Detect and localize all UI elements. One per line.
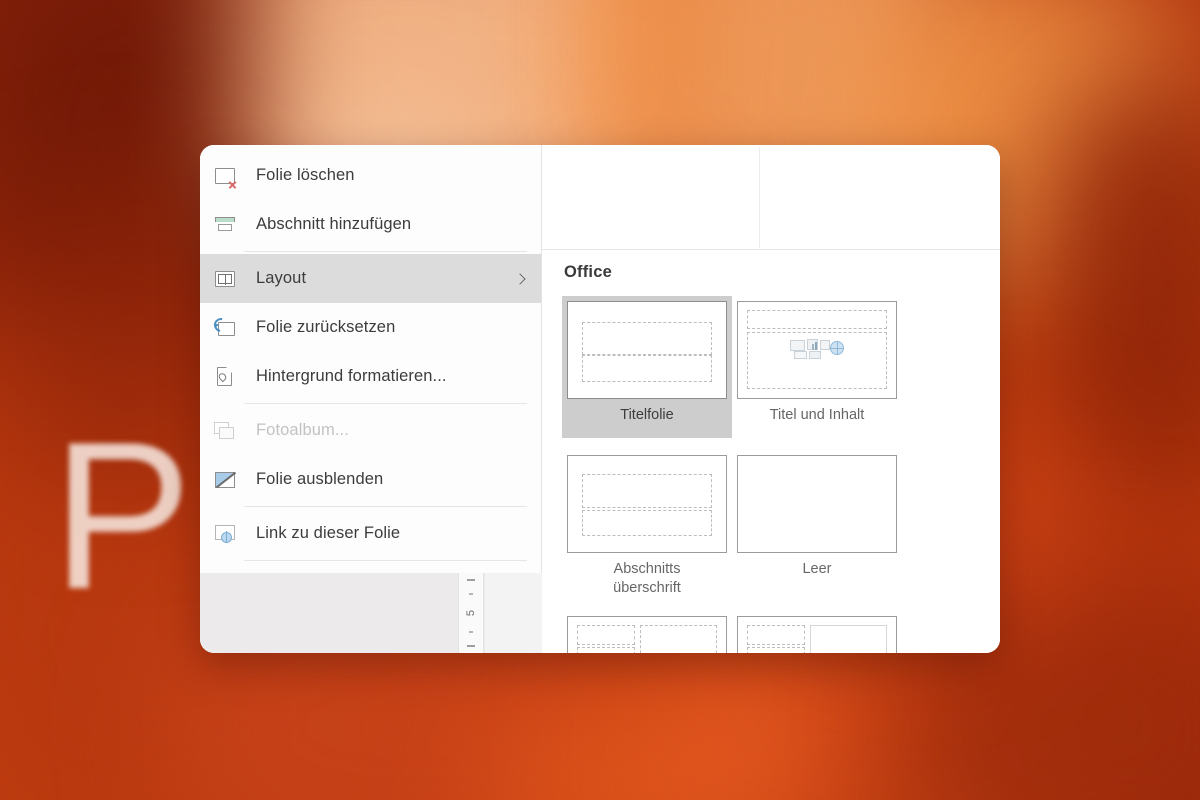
layout-label: Titelfolie: [562, 399, 732, 438]
menu-item-format-background[interactable]: Hintergrund formatieren...: [200, 352, 541, 401]
vertical-divider: [759, 147, 760, 248]
slide-context-menu[interactable]: Folie löschen Abschnitt hinzufügen Layou…: [200, 145, 542, 597]
menu-separator: [244, 506, 527, 507]
ruler-tick: [469, 593, 473, 595]
menu-item-photo-album: Fotoalbum...: [200, 406, 541, 455]
menu-item-link-to-slide[interactable]: Link zu dieser Folie: [200, 509, 541, 558]
menu-item-label: Link zu dieser Folie: [256, 524, 401, 542]
ruler-tick: [469, 631, 473, 633]
menu-item-hide-slide[interactable]: Folie ausblenden: [200, 455, 541, 504]
layout-gallery: Office Titelfolie Titel und Inhalt Absch…: [542, 251, 1000, 653]
gallery-group-title: Office: [564, 263, 612, 281]
flyout-top-strip: [542, 145, 1000, 250]
layout-flyout: Office Titelfolie Titel und Inhalt Absch…: [542, 145, 1000, 653]
app-surface: Folie löschen Abschnitt hinzufügen Layou…: [200, 145, 1000, 653]
layout-thumb-wrap: [732, 450, 902, 553]
format-background-icon: [214, 365, 236, 388]
layout-grid: Titelfolie Titel und Inhalt Abschnitts ü…: [562, 296, 1000, 653]
delete-slide-icon: [214, 165, 236, 187]
menu-item-reset-slide[interactable]: Folie zurücksetzen: [200, 303, 541, 352]
add-section-icon: [214, 214, 236, 236]
slide-pane-strip: 5: [200, 573, 542, 653]
slide-canvas-edge: [485, 573, 542, 653]
layout-label: Leer: [802, 560, 832, 577]
menu-item-label: Folie zurücksetzen: [256, 318, 396, 336]
layout-option-title-and-content[interactable]: Titel und Inhalt: [732, 296, 902, 438]
menu-item-label: Folie löschen: [256, 166, 355, 184]
layout-thumb-wrap: [562, 450, 732, 553]
layout-option-section-header[interactable]: Abschnitts überschrift: [562, 450, 732, 599]
horizontal-divider: [542, 249, 1000, 250]
layout-label: Titel und Inhalt: [769, 407, 865, 423]
layout-thumb-wrap: [562, 296, 732, 399]
ruler-tick: [467, 645, 475, 647]
menu-separator: [244, 251, 527, 252]
layout-thumbnail: [737, 301, 897, 399]
layout-thumbnail: [567, 615, 727, 653]
layout-thumbnail: [737, 454, 897, 553]
layout-option-picture-with-caption[interactable]: Bild mit Überschrift: [732, 611, 902, 653]
powerpoint-logo-letter: P: [52, 398, 192, 633]
layout-icon: [214, 268, 236, 290]
menu-item-label: Layout: [256, 269, 307, 287]
menu-separator: [244, 403, 527, 404]
hide-slide-icon: [214, 469, 237, 491]
layout-thumb-wrap: [732, 296, 902, 399]
layout-option-blank[interactable]: Leer: [732, 450, 902, 599]
vertical-ruler[interactable]: 5: [458, 573, 484, 653]
photo-album-icon: [214, 420, 236, 442]
menu-separator: [244, 560, 527, 561]
layout-option-title-slide[interactable]: Titelfolie: [562, 296, 732, 438]
content-placeholder-icon: [790, 339, 845, 361]
chevron-right-icon: [515, 274, 525, 284]
menu-item-label: Folie ausblenden: [256, 470, 384, 488]
menu-item-label: Hintergrund formatieren...: [256, 367, 447, 385]
layout-thumbnail: [567, 454, 727, 553]
layout-thumb-wrap: [732, 611, 902, 653]
menu-item-delete-slide[interactable]: Folie löschen: [200, 151, 541, 200]
link-to-slide-icon: [214, 523, 236, 545]
menu-item-label: Abschnitt hinzufügen: [256, 215, 412, 233]
menu-item-label: Fotoalbum...: [256, 421, 349, 439]
layout-thumb-wrap: [562, 611, 732, 653]
layout-option-content-with-caption[interactable]: Inhalt mit Überschrift: [562, 611, 732, 653]
menu-item-add-section[interactable]: Abschnitt hinzufügen: [200, 200, 541, 249]
left-column: Folie löschen Abschnitt hinzufügen Layou…: [200, 145, 542, 653]
layout-thumbnail: [737, 615, 897, 653]
background-blob: [1040, 80, 1200, 500]
reset-slide-icon: [214, 317, 236, 339]
ruler-number: 5: [465, 609, 477, 617]
layout-thumbnail: [567, 301, 727, 399]
menu-item-layout[interactable]: Layout: [200, 254, 541, 303]
ruler-tick: [467, 579, 475, 581]
layout-label: Abschnitts überschrift: [613, 560, 681, 597]
